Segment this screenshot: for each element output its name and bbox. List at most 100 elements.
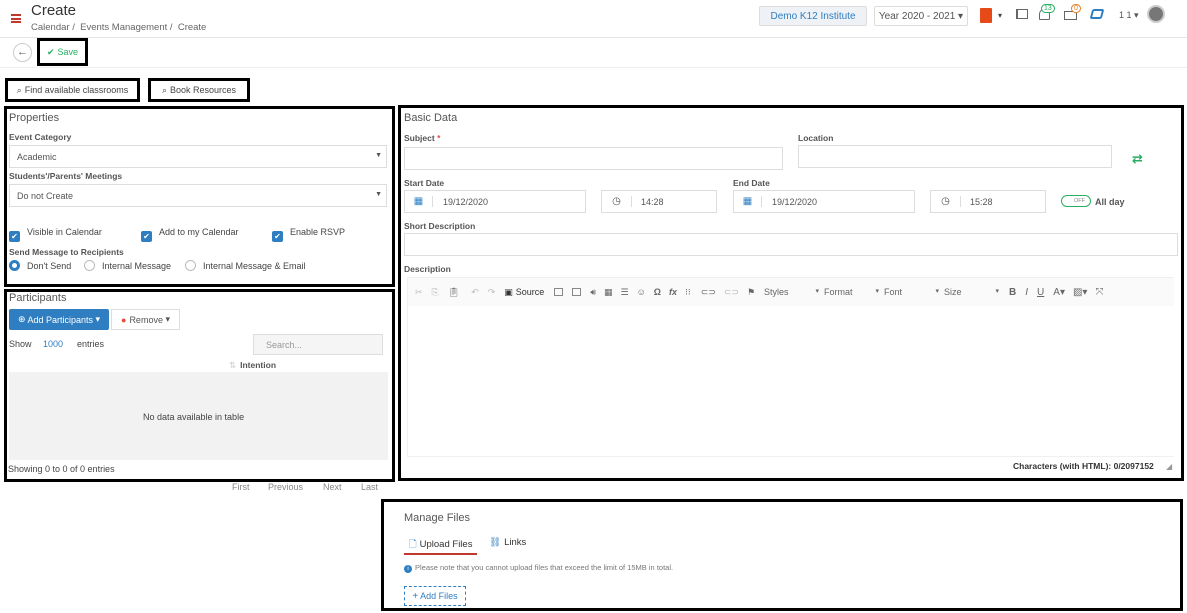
- empty-table-message: No data available in table: [143, 412, 245, 422]
- special-char-icon[interactable]: Ω: [654, 287, 661, 297]
- unlink-icon[interactable]: ⊂⊃: [724, 287, 739, 298]
- resize-handle-icon[interactable]: ◢: [1166, 462, 1172, 471]
- flag-icon[interactable]: [1016, 9, 1028, 19]
- all-day-label: All day: [1095, 197, 1125, 207]
- source-icon: ▣: [504, 286, 513, 297]
- paste-icon[interactable]: 📋︎: [448, 287, 459, 298]
- location-input[interactable]: [798, 145, 1112, 168]
- radio-dont-send[interactable]: [9, 260, 20, 271]
- formula-icon[interactable]: fx: [669, 287, 677, 297]
- pager-next[interactable]: Next: [323, 482, 342, 492]
- chevron-down-icon: ▼: [375, 191, 382, 198]
- end-date-label: End Date: [733, 178, 770, 188]
- back-button[interactable]: ←: [13, 43, 32, 62]
- institute-button[interactable]: Demo K12 Institute: [759, 6, 867, 26]
- participants-title: Participants: [9, 292, 67, 304]
- swap-icon[interactable]: ⇄: [1132, 151, 1143, 167]
- pager-previous[interactable]: Previous: [268, 482, 303, 492]
- end-date-input[interactable]: ▦ 19/12/2020: [733, 190, 915, 213]
- minus-circle-icon: ●: [121, 314, 127, 325]
- year-select[interactable]: Year 2020 - 2021 ▾: [874, 6, 968, 26]
- menu-icon[interactable]: [11, 14, 21, 23]
- entries-count-select[interactable]: 1000: [43, 339, 63, 349]
- pager-last[interactable]: Last: [361, 482, 378, 492]
- size-select[interactable]: Size ▾: [944, 287, 999, 297]
- dont-send-label: Don't Send: [27, 261, 72, 271]
- source-button[interactable]: ▣ Source: [504, 287, 544, 298]
- hr-icon[interactable]: ☰: [621, 287, 629, 298]
- underline-icon[interactable]: U: [1037, 287, 1044, 298]
- office-dropdown-icon[interactable]: ▾: [998, 11, 1002, 20]
- anchor-flag-icon[interactable]: ⚑: [747, 287, 755, 298]
- tab-links[interactable]: ⛓ Links: [489, 537, 526, 548]
- user-name[interactable]: 1 1 ▾: [1119, 10, 1139, 21]
- internal-email-label: Internal Message & Email: [203, 261, 306, 271]
- find-classrooms-button[interactable]: ⌕ Find available classrooms: [5, 78, 140, 102]
- subject-input[interactable]: [404, 147, 783, 170]
- image-icon[interactable]: [554, 288, 564, 296]
- basic-data-title: Basic Data: [404, 112, 458, 124]
- start-time-input[interactable]: ◷ 14:28: [601, 190, 717, 213]
- pager-first[interactable]: First: [232, 482, 250, 492]
- checkbox-add-calendar[interactable]: ✔: [141, 226, 152, 244]
- event-category-select[interactable]: Academic ▼: [9, 145, 387, 168]
- plus-circle-icon: ⊕: [17, 314, 26, 324]
- audio-icon[interactable]: 🔊︎: [590, 287, 596, 298]
- breadcrumb-events[interactable]: Events Management: [80, 22, 167, 33]
- header-divider: [0, 37, 1187, 38]
- chevron-down-icon: ▼: [375, 152, 382, 159]
- short-description-input[interactable]: [404, 233, 1178, 256]
- maximize-icon[interactable]: ⤧: [1095, 287, 1103, 298]
- avatar[interactable]: [1147, 5, 1165, 23]
- manage-files-title: Manage Files: [404, 512, 471, 524]
- bg-color-icon[interactable]: ▨▾: [1073, 287, 1087, 298]
- page-title: Create: [31, 2, 77, 19]
- breadcrumb-create: Create: [177, 22, 207, 33]
- format-select[interactable]: Format ▾: [824, 287, 879, 297]
- copy-icon[interactable]: ⎘: [432, 287, 439, 298]
- participants-search-input[interactable]: Search...: [253, 334, 383, 355]
- office-icon[interactable]: [980, 8, 992, 23]
- smiley-icon[interactable]: ☺: [637, 287, 646, 297]
- meetings-select[interactable]: Do not Create ▼: [9, 184, 387, 207]
- chain-icon: ⛓: [489, 537, 502, 548]
- radio-internal[interactable]: [84, 260, 95, 271]
- sort-icon: ⇅: [229, 360, 237, 370]
- link-icon[interactable]: ⊂⊃: [701, 287, 716, 298]
- font-select[interactable]: Font ▾: [884, 287, 939, 297]
- start-date-input[interactable]: ▦ 19/12/2020: [404, 190, 586, 213]
- image2-icon[interactable]: [572, 288, 582, 296]
- plus-icon: +: [412, 590, 419, 602]
- add-files-button[interactable]: + Add Files: [404, 586, 466, 606]
- breadcrumb-calendar[interactable]: Calendar: [31, 22, 70, 33]
- bold-icon[interactable]: B: [1009, 287, 1016, 298]
- intention-header[interactable]: ⇅ Intention: [229, 360, 276, 371]
- start-date-label: Start Date: [404, 178, 445, 188]
- end-time-input[interactable]: ◷ 15:28: [930, 190, 1046, 213]
- all-day-toggle[interactable]: OFF: [1061, 195, 1091, 207]
- undo-icon[interactable]: ↶: [471, 287, 479, 298]
- styles-select[interactable]: Styles ▾: [764, 287, 819, 297]
- redo-icon[interactable]: ↷: [488, 287, 496, 298]
- clock-icon: ◷: [931, 196, 961, 207]
- subject-label: Subject *: [404, 133, 441, 143]
- radio-internal-email[interactable]: [185, 260, 196, 271]
- cut-icon[interactable]: ✂: [415, 287, 423, 298]
- visible-label: Visible in Calendar: [27, 227, 102, 237]
- text-color-icon[interactable]: A▾: [1053, 287, 1065, 298]
- book-resources-button[interactable]: ⌕ Book Resources: [148, 78, 250, 102]
- table-icon[interactable]: ▦: [604, 287, 613, 298]
- editor-area[interactable]: [408, 306, 1174, 456]
- editor-toolbar: ✂ ⎘ 📋︎ ↶ ↷ ▣ Source 🔊︎ ▦ ☰ ☺ Ω fx ⁝⁝ ⊂⊃ ⊂…: [408, 278, 1174, 306]
- layers-icon[interactable]: [1089, 9, 1105, 19]
- save-button[interactable]: ✔ Save: [37, 38, 88, 66]
- italic-icon[interactable]: I: [1025, 287, 1028, 298]
- add-participants-button[interactable]: ⊕ Add Participants ▾: [9, 309, 109, 330]
- description-label: Description: [404, 264, 451, 274]
- checkbox-rsvp[interactable]: ✔: [272, 226, 283, 244]
- file-icon: 🗋: [409, 539, 417, 550]
- remove-button[interactable]: ● Remove ▾: [111, 309, 180, 330]
- tab-upload-files[interactable]: 🗋 Upload Files: [404, 533, 478, 555]
- template-icon[interactable]: ⁝⁝: [685, 287, 691, 298]
- checkbox-visible[interactable]: ✔: [9, 226, 20, 244]
